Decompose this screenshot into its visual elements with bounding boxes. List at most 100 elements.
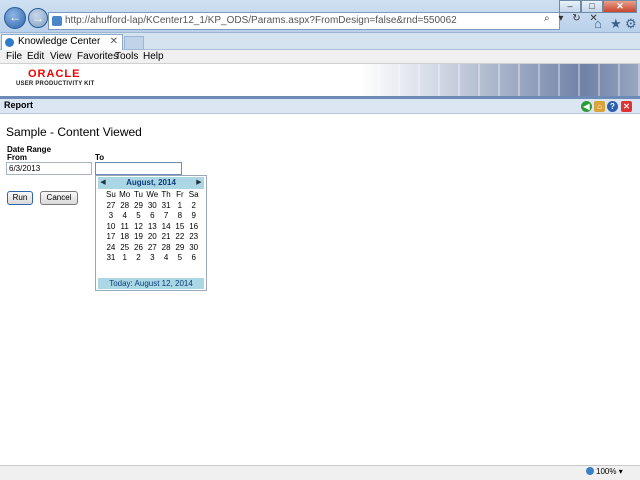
calendar-week-row: 17 18 19 20 21 22 23 (104, 232, 201, 243)
prev-month-icon[interactable]: ◀ (98, 177, 108, 189)
tab-strip: Knowledge Center ✕ (0, 33, 640, 50)
calendar-week-row: 24 25 26 27 28 29 30 (104, 243, 201, 254)
header-banner (360, 64, 640, 96)
weekday-label: Fr (176, 190, 184, 199)
tab-knowledge-center[interactable]: Knowledge Center ✕ (1, 34, 123, 50)
calendar-week-row: 27 28 29 30 31 1 2 (104, 201, 201, 212)
calendar-day[interactable]: 28 (159, 243, 173, 254)
calendar-day[interactable]: 4 (118, 211, 132, 222)
calendar-day[interactable]: 28 (118, 201, 132, 212)
calendar-day[interactable]: 16 (187, 222, 201, 233)
exit-icon[interactable]: ✕ (621, 101, 632, 112)
calendar-week-row: 3 4 5 6 7 8 9 (104, 211, 201, 222)
calendar-day[interactable]: 18 (118, 232, 132, 243)
to-label: To (95, 153, 105, 162)
calendar-day[interactable]: 11 (118, 222, 132, 233)
menu-favorites[interactable]: Favorites (77, 51, 118, 62)
menu-edit[interactable]: Edit (27, 51, 44, 62)
calendar-day[interactable]: 10 (104, 222, 118, 233)
menu-tools[interactable]: Tools (115, 51, 138, 62)
calendar-day[interactable]: 21 (159, 232, 173, 243)
today-link[interactable]: Today: August 12, 2014 (98, 278, 204, 289)
calendar-day[interactable]: 3 (145, 253, 159, 264)
calendar-week-row: 10 11 12 13 14 15 16 (104, 222, 201, 233)
calendar-day[interactable]: 29 (173, 243, 187, 254)
favicon-icon (5, 38, 14, 47)
calendar-day[interactable]: 19 (132, 232, 146, 243)
zoom-level: 100% (596, 467, 617, 476)
calendar-day[interactable]: 5 (173, 253, 187, 264)
gear-icon[interactable]: ⚙ (625, 16, 637, 32)
back-button[interactable]: ← (4, 7, 26, 29)
calendar-grid: Su Mo Tu We Th Fr Sa 27 28 29 30 31 1 2 … (104, 190, 201, 264)
minimize-button[interactable]: – (559, 0, 581, 13)
calendar-day[interactable]: 31 (159, 201, 173, 212)
dropdown-icon[interactable]: ▾ (558, 13, 563, 24)
weekday-label: Mo (119, 190, 131, 199)
maximize-button[interactable]: □ (581, 0, 603, 13)
calendar-day[interactable]: 1 (118, 253, 132, 264)
calendar-day[interactable]: 9 (187, 211, 201, 222)
calendar-day[interactable]: 13 (145, 222, 159, 233)
calendar-day[interactable]: 2 (132, 253, 146, 264)
calendar-day[interactable]: 17 (104, 232, 118, 243)
calendar-day[interactable]: 30 (187, 243, 201, 254)
menu-file[interactable]: File (6, 51, 22, 62)
calendar-day[interactable]: 30 (145, 201, 159, 212)
calendar-day[interactable]: 7 (159, 211, 173, 222)
page-title: Sample - Content Viewed (6, 125, 142, 139)
run-button[interactable]: Run (7, 191, 33, 205)
calendar-day[interactable]: 20 (145, 232, 159, 243)
calendar-day[interactable]: 24 (104, 243, 118, 254)
calendar-day[interactable]: 3 (104, 211, 118, 222)
weekday-label: Sa (188, 190, 199, 199)
calendar-day[interactable]: 12 (132, 222, 146, 233)
home-icon[interactable]: ⌂ (594, 101, 605, 112)
calendar-day[interactable]: 14 (159, 222, 173, 233)
from-date-input[interactable] (6, 162, 92, 175)
calendar-day[interactable]: 26 (132, 243, 146, 254)
calendar-day[interactable]: 25 (118, 243, 132, 254)
calendar-day[interactable]: 6 (145, 211, 159, 222)
calendar-day[interactable]: 27 (145, 243, 159, 254)
calendar-day[interactable]: 27 (104, 201, 118, 212)
weekday-label: We (146, 190, 159, 199)
address-bar[interactable]: http://ahufford-lap/KCenter12_1/KP_ODS/P… (48, 12, 560, 30)
calendar-day[interactable]: 1 (173, 201, 187, 212)
calendar-day[interactable]: 8 (173, 211, 187, 222)
calendar-day[interactable]: 2 (187, 201, 201, 212)
back-arrow-icon[interactable]: ◀ (581, 101, 592, 112)
weekday-label: Su (106, 190, 116, 199)
calendar-day[interactable]: 23 (187, 232, 201, 243)
next-month-icon[interactable]: ▶ (194, 177, 204, 189)
favorites-icon[interactable]: ★ (610, 16, 622, 32)
calendar-day[interactable]: 31 (104, 253, 118, 264)
menu-bar: File Edit View Favorites Tools Help (0, 50, 640, 64)
status-bar: 100% ▾ (0, 465, 640, 480)
section-title: Report (4, 100, 33, 110)
to-date-input[interactable] (95, 162, 182, 175)
page-icon (52, 16, 62, 26)
calendar-day[interactable]: 29 (132, 201, 146, 212)
calendar-day[interactable]: 22 (173, 232, 187, 243)
menu-view[interactable]: View (50, 51, 72, 62)
upk-logo-text: USER PRODUCTIVITY KIT (16, 81, 95, 87)
zoom-control[interactable]: 100% ▾ (586, 467, 623, 476)
tab-title: Knowledge Center (18, 36, 101, 47)
forward-button[interactable]: → (28, 8, 48, 28)
refresh-icon[interactable]: ↻ (572, 13, 580, 24)
search-icon[interactable]: ⌕ (544, 13, 550, 24)
tab-close-icon[interactable]: ✕ (110, 35, 118, 49)
close-window-button[interactable]: ✕ (603, 0, 637, 13)
calendar-day[interactable]: 5 (132, 211, 146, 222)
home-icon[interactable]: ⌂ (594, 16, 602, 31)
calendar-day[interactable]: 4 (159, 253, 173, 264)
calendar-day[interactable]: 6 (187, 253, 201, 264)
calendar-day[interactable]: 15 (173, 222, 187, 233)
cancel-button[interactable]: Cancel (40, 191, 78, 205)
help-icon[interactable]: ? (607, 101, 618, 112)
calendar-month-title: August, 2014 (126, 178, 176, 187)
new-tab-button[interactable] (124, 36, 144, 50)
menu-help[interactable]: Help (143, 51, 164, 62)
date-picker-calendar: ◀ August, 2014 ▶ Su Mo Tu We Th Fr Sa 27… (95, 175, 207, 291)
